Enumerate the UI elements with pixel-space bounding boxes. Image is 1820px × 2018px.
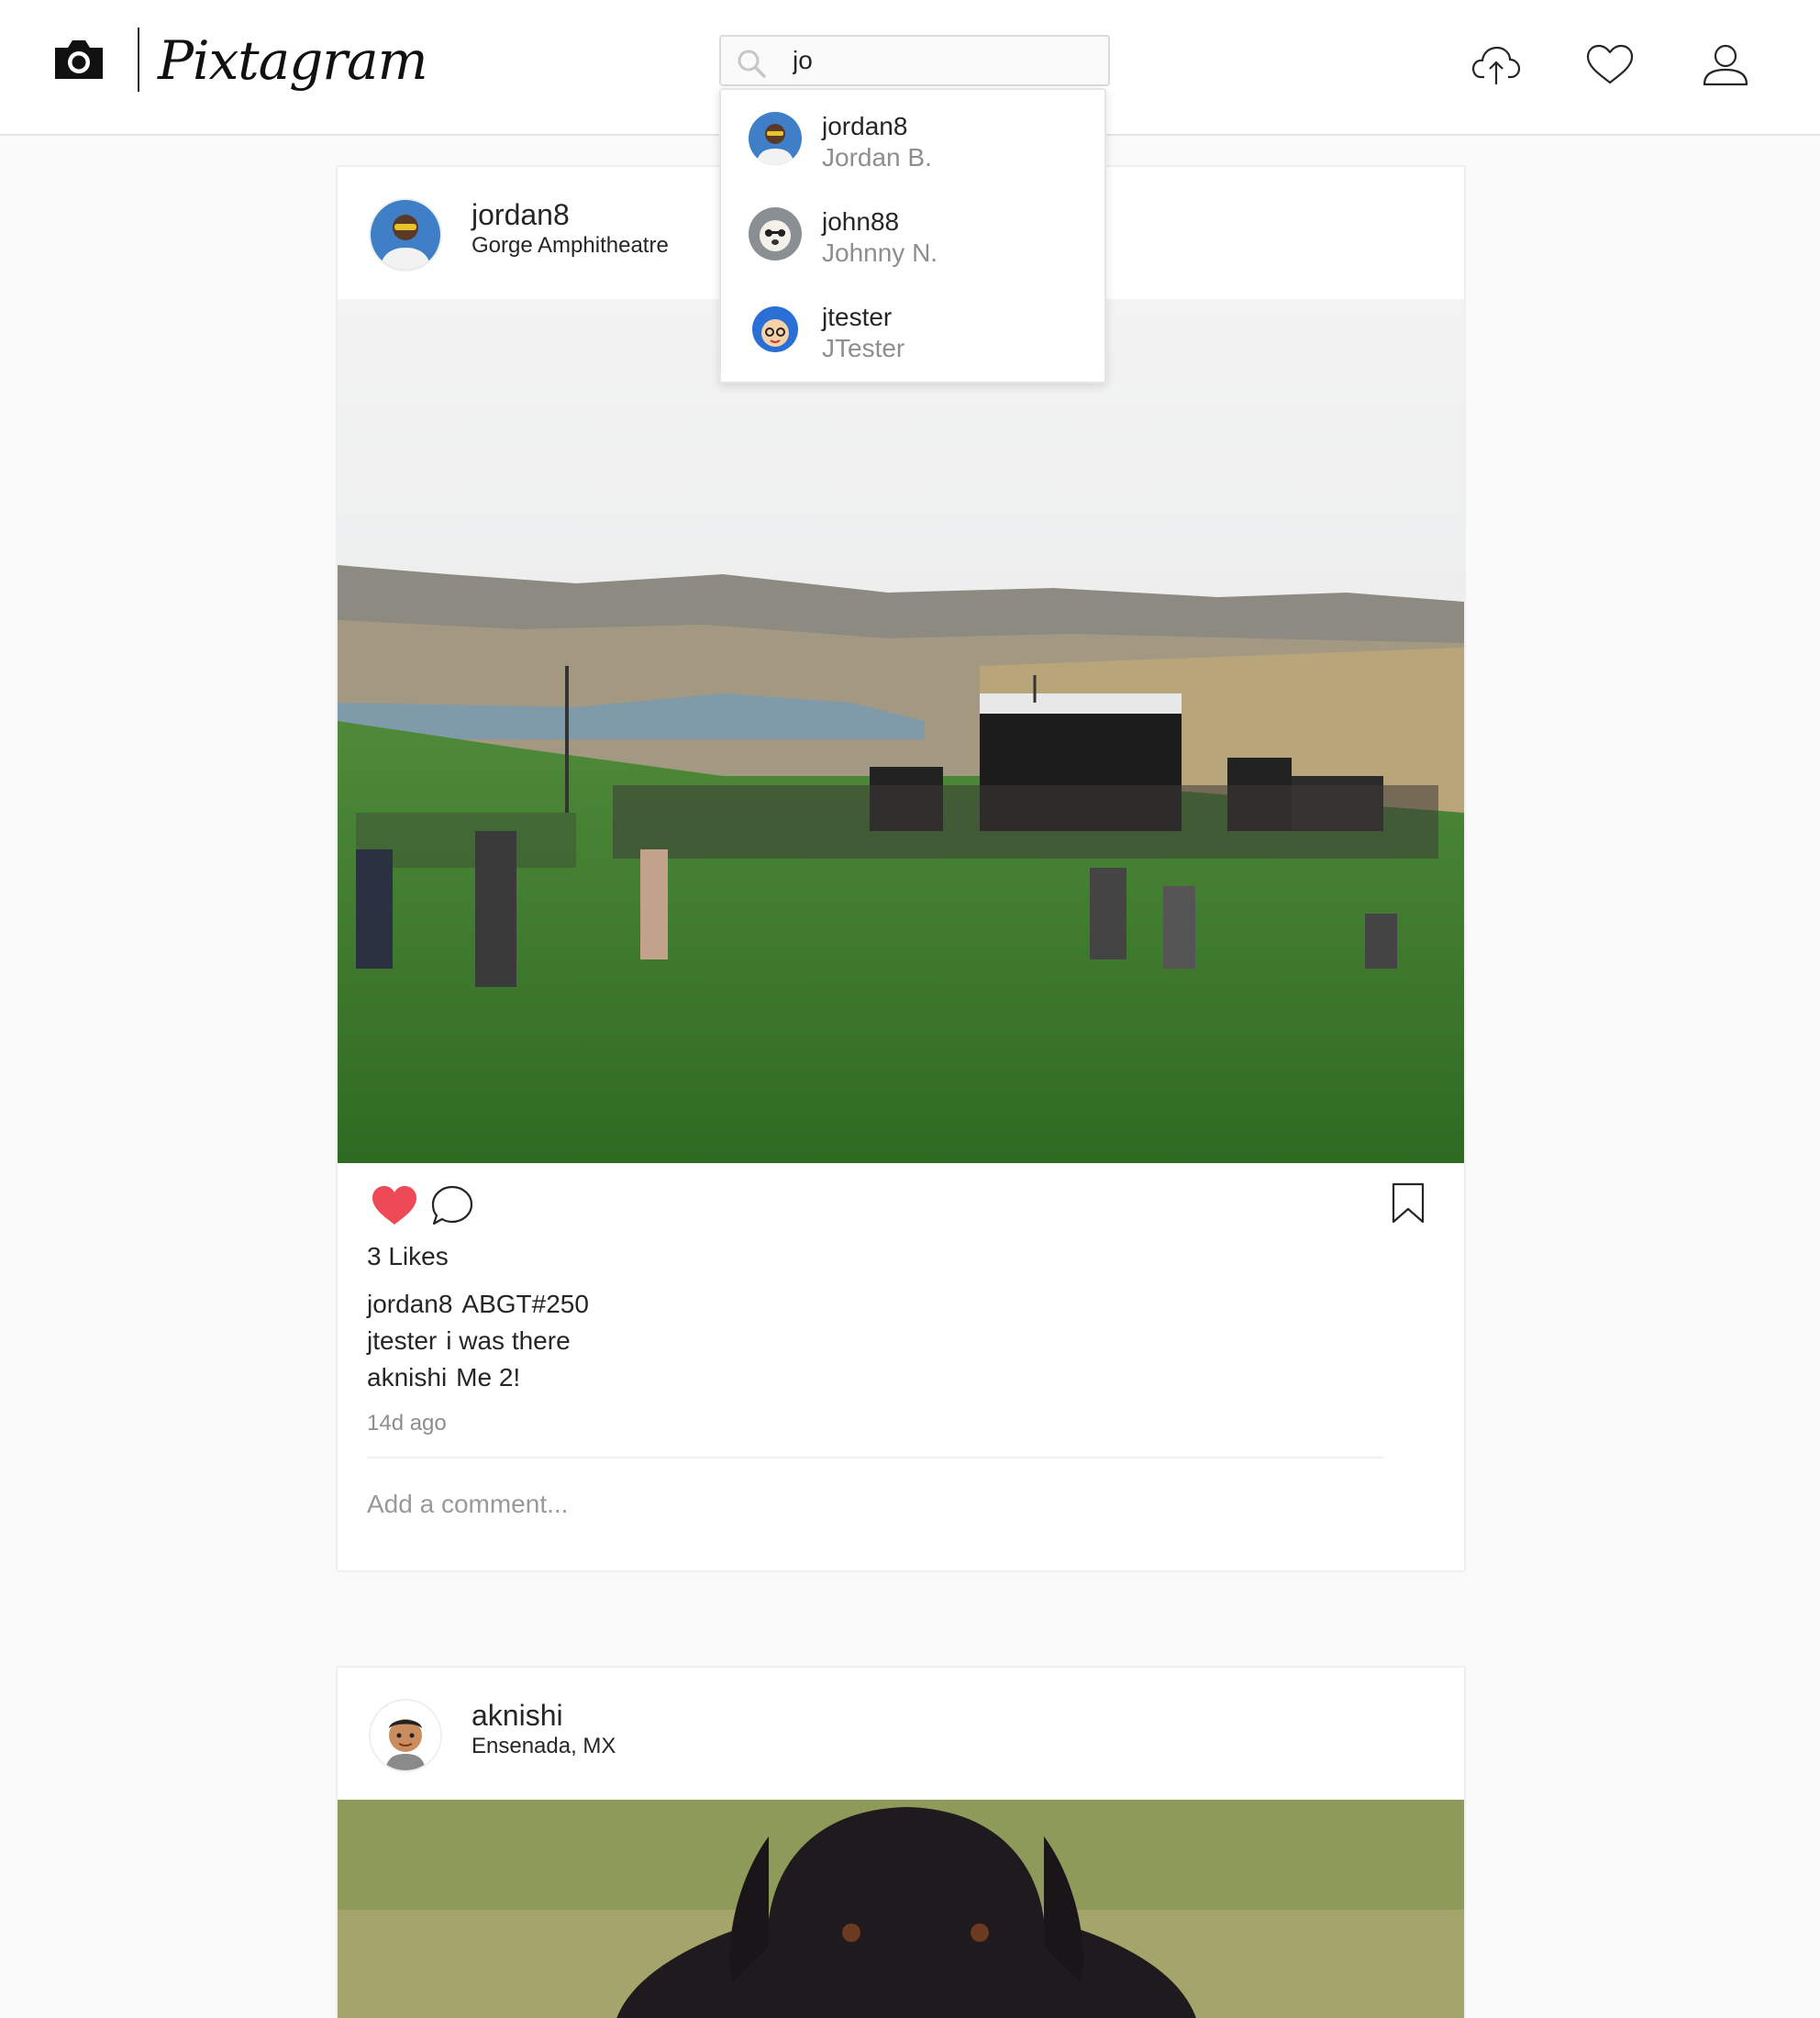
post-timestamp: 14d ago bbox=[367, 1411, 447, 1436]
post-username[interactable]: jordan8 bbox=[472, 198, 570, 232]
comment-icon[interactable] bbox=[429, 1183, 475, 1227]
result-fullname: JTester bbox=[822, 334, 905, 362]
comment-row: aknishi Me 2! bbox=[367, 1363, 520, 1392]
heart-icon[interactable] bbox=[1585, 42, 1635, 88]
bookmark-icon[interactable] bbox=[1391, 1181, 1426, 1225]
search-box[interactable] bbox=[719, 35, 1110, 86]
comment-divider bbox=[367, 1457, 1383, 1458]
result-fullname: Jordan B. bbox=[822, 143, 932, 172]
app-logo[interactable]: Pixtagram bbox=[158, 24, 428, 97]
comment-row: jtester i was there bbox=[367, 1326, 571, 1356]
comment-username[interactable]: aknishi bbox=[367, 1363, 447, 1392]
avatar bbox=[749, 303, 802, 356]
user-profile-icon[interactable] bbox=[1701, 42, 1750, 88]
add-comment-input[interactable] bbox=[367, 1482, 1376, 1526]
camera-icon[interactable] bbox=[51, 37, 106, 83]
search-input[interactable] bbox=[793, 42, 1086, 79]
like-heart-icon[interactable] bbox=[371, 1183, 418, 1227]
comment-username[interactable]: jordan8 bbox=[367, 1290, 452, 1318]
search-icon bbox=[738, 50, 766, 78]
comment-text: ABGT#250 bbox=[461, 1290, 589, 1318]
avatar bbox=[749, 207, 802, 261]
search-result-item[interactable]: jordan8 Jordan B. bbox=[721, 90, 1104, 185]
search-result-item[interactable]: jtester JTester bbox=[721, 281, 1104, 376]
comment-text: Me 2! bbox=[456, 1363, 521, 1392]
upload-cloud-icon[interactable] bbox=[1471, 42, 1521, 88]
search-results-dropdown: jordan8 Jordan B. john88 Johnny N. jtest… bbox=[719, 88, 1106, 383]
search-result-item[interactable]: john88 Johnny N. bbox=[721, 185, 1104, 281]
result-username: jordan8 bbox=[822, 112, 908, 140]
result-username: jtester bbox=[822, 303, 893, 331]
post-username[interactable]: aknishi bbox=[472, 1699, 563, 1733]
comment-username[interactable]: jtester bbox=[367, 1326, 437, 1355]
post-location[interactable]: Ensenada, MX bbox=[472, 1734, 616, 1759]
avatar[interactable] bbox=[369, 1699, 442, 1772]
result-username: john88 bbox=[822, 207, 900, 236]
post-card: aknishi Ensenada, MX bbox=[336, 1666, 1466, 2018]
post-photo[interactable] bbox=[338, 1800, 1464, 2018]
logo-divider bbox=[138, 28, 139, 92]
post-location[interactable]: Gorge Amphitheatre bbox=[472, 233, 669, 259]
avatar[interactable] bbox=[369, 198, 442, 272]
comment-row: jordan8 ABGT#250 bbox=[367, 1290, 589, 1319]
post-photo[interactable] bbox=[338, 299, 1464, 1163]
result-fullname: Johnny N. bbox=[822, 238, 938, 267]
likes-count[interactable]: 3 Likes bbox=[367, 1242, 449, 1271]
comment-text: i was there bbox=[446, 1326, 571, 1355]
avatar bbox=[749, 112, 802, 165]
